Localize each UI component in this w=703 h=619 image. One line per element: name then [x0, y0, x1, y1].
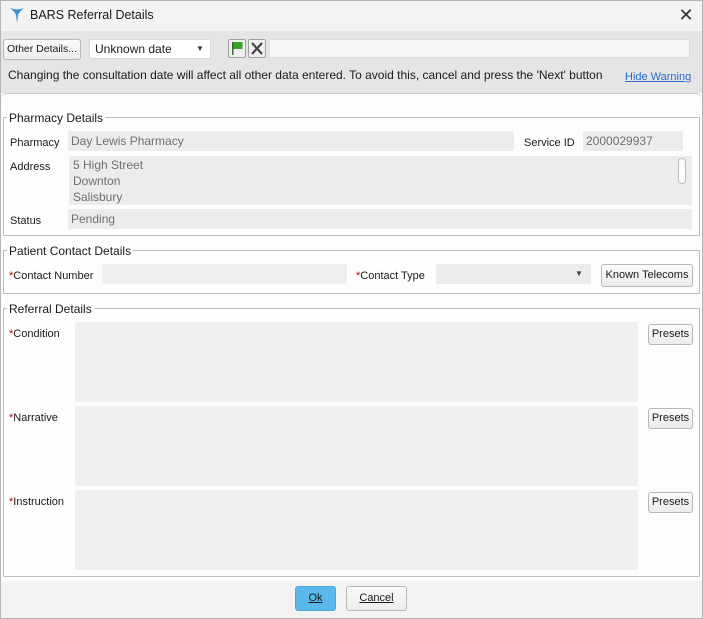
consultation-date-select[interactable]: Unknown date ▼: [89, 39, 211, 59]
green-flag-icon: [232, 42, 243, 55]
patient-contact-legend: Patient Contact Details: [7, 244, 134, 258]
chevron-down-icon: ▼: [575, 269, 583, 278]
date-select-value: Unknown date: [95, 42, 172, 56]
window-title: BARS Referral Details: [30, 8, 154, 22]
cancel-button[interactable]: Cancel: [346, 586, 407, 611]
address-label: Address: [10, 161, 51, 173]
cancel-button-label: Cancel: [359, 592, 394, 604]
other-details-button[interactable]: Other Details...: [3, 39, 81, 60]
address-line: Salisbury: [73, 190, 123, 204]
pharmacy-label: Pharmacy: [10, 137, 60, 149]
service-id-label: Service ID: [524, 137, 575, 149]
status-value: Pending: [68, 209, 692, 229]
narrative-label: *Narrative: [9, 412, 58, 424]
app-logo-icon: [10, 8, 24, 23]
contact-number-label: *Contact Number: [9, 270, 94, 282]
status-label: Status: [10, 215, 42, 227]
condition-label: *Condition: [9, 328, 60, 340]
condition-textarea[interactable]: [75, 322, 638, 402]
toolbar-text-input[interactable]: [269, 39, 690, 58]
date-warning-text: Changing the consultation date will affe…: [8, 68, 603, 82]
referral-details-legend: Referral Details: [7, 302, 94, 316]
contact-type-label: *Contact Type: [356, 270, 425, 282]
instruction-label: *Instruction: [9, 496, 65, 508]
narrative-textarea[interactable]: [75, 406, 638, 486]
service-id-value: 2000029937: [583, 131, 683, 151]
contact-type-select[interactable]: ▼: [436, 264, 591, 284]
narrative-presets-button[interactable]: Presets: [648, 408, 693, 429]
condition-presets-button[interactable]: Presets: [648, 324, 693, 345]
x-icon: [251, 42, 263, 55]
instruction-presets-button[interactable]: Presets: [648, 492, 693, 513]
hide-warning-link[interactable]: Hide Warning: [625, 71, 691, 83]
pharmacy-value: Day Lewis Pharmacy: [68, 131, 514, 151]
instruction-textarea[interactable]: [75, 490, 638, 570]
address-line: Downton: [73, 174, 121, 188]
contact-number-input[interactable]: [102, 264, 347, 284]
close-button[interactable]: ✕: [674, 5, 698, 27]
pharmacy-details-legend: Pharmacy Details: [7, 111, 106, 125]
address-lines: 5 High Street Downton Salisbury: [73, 157, 143, 205]
address-line: 5 High Street: [73, 158, 144, 172]
address-textarea[interactable]: 5 High Street Downton Salisbury: [69, 156, 692, 205]
ok-button-label: Ok: [308, 592, 323, 604]
chevron-down-icon: ▼: [196, 44, 204, 53]
known-telecoms-button[interactable]: Known Telecoms: [601, 264, 693, 287]
ok-button[interactable]: Ok: [295, 586, 336, 611]
flag-button[interactable]: [228, 39, 246, 58]
clear-date-button[interactable]: [248, 39, 266, 58]
address-scrollbar[interactable]: [678, 158, 686, 184]
